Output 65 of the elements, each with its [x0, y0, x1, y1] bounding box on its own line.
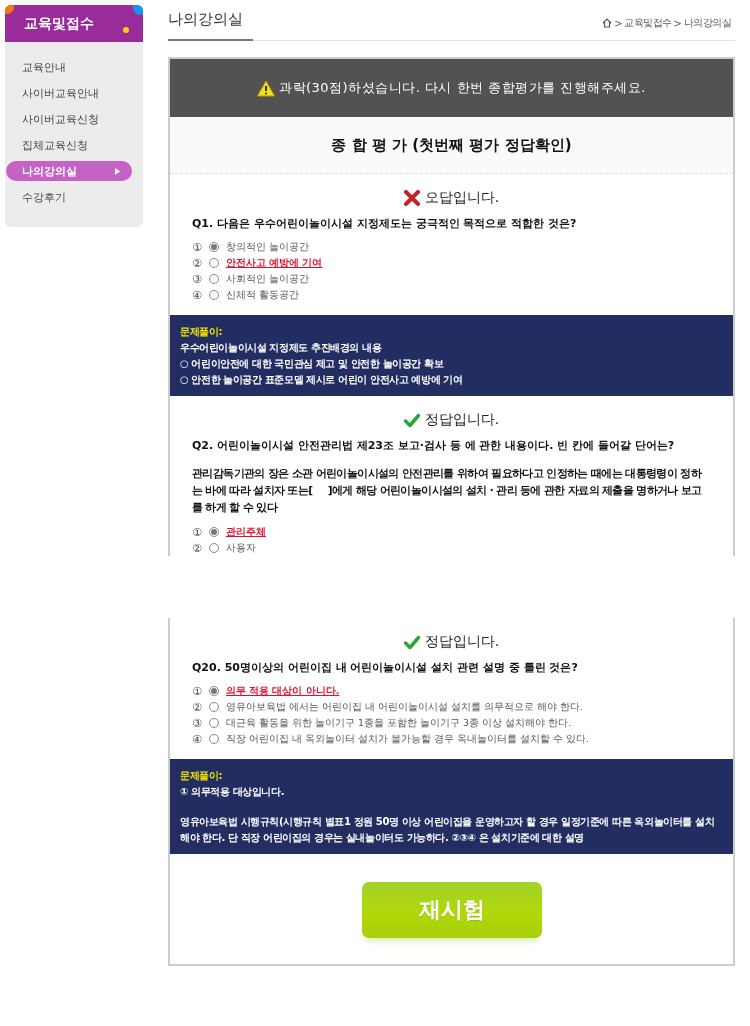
- result-message: 정답입니다.: [424, 633, 500, 651]
- option-number: ①: [192, 684, 202, 698]
- cross-icon: [403, 190, 420, 206]
- breadcrumb-separator: >: [673, 17, 682, 29]
- option-number: ①: [192, 240, 202, 254]
- exam-title: 종 합 평 가 (첫번째 평가 정답확인): [170, 117, 733, 174]
- explanation-text: ○ 안전한 놀이공간 표준모델 제시로 어린이 안전사고 예방에 기여: [180, 373, 464, 387]
- alert-message: 과락(30점)하셨습니다. 다시 한번 종합평가를 진행해주세요.: [279, 79, 646, 97]
- explanation-label: 문제풀이:: [180, 325, 223, 339]
- option-number: ③: [192, 272, 202, 286]
- radio-button[interactable]: [208, 527, 219, 537]
- explanation-text: ○ 어린이안전에 대한 국민관심 제고 및 안전한 놀이공간 확보: [180, 357, 445, 371]
- arrow-icon: [115, 167, 120, 175]
- warning-icon: [257, 79, 275, 97]
- option-label: 대근육 활동을 위한 놀이기구 1종을 포함한 놀이기구 3종 이상 설치해야 한다.: [225, 716, 572, 730]
- result-message: 오답입니다.: [424, 189, 500, 207]
- option-label: 사회적인 놀이공간: [225, 272, 309, 286]
- radio-button[interactable]: [208, 718, 219, 728]
- sidebar-item[interactable]: 나의강의실: [6, 161, 132, 181]
- sidebar-title: 교육및접수: [24, 14, 94, 33]
- radio-button[interactable]: [208, 242, 219, 252]
- radio-button[interactable]: [208, 543, 219, 553]
- sidebar-item[interactable]: 사이버교육안내: [6, 83, 132, 103]
- radio-button[interactable]: [208, 734, 219, 744]
- radio-button[interactable]: [208, 290, 219, 300]
- option-label: 사용자: [225, 541, 256, 555]
- page-title: 나의강의실: [168, 10, 253, 41]
- breadcrumb-link[interactable]: 나의강의실: [683, 16, 731, 30]
- check-icon: [403, 412, 420, 428]
- radio-button[interactable]: [208, 258, 219, 268]
- option-label: 영유아보육법 에서는 어린이집 내 어린이놀이시설 설치를 의무적으로 해야 한다.: [225, 700, 584, 714]
- sidebar-item[interactable]: 교육안내: [6, 57, 132, 77]
- home-icon: [602, 18, 613, 28]
- sidebar-item[interactable]: 집체교육신청: [6, 135, 132, 155]
- radio-button[interactable]: [208, 702, 219, 712]
- radio-button[interactable]: [208, 274, 219, 284]
- explanation-label: 문제풀이:: [180, 769, 223, 783]
- option-label: 신체적 활동공간: [225, 288, 299, 302]
- option-number: ②: [192, 700, 202, 714]
- correct-answer: 의무 적용 대상이 아니다.: [225, 684, 340, 698]
- option-number: ②: [192, 256, 202, 270]
- option-number: ①: [192, 525, 202, 539]
- question-text: Q1. 다음은 우수어린이놀이시설 지정제도는 궁극적인 목적으로 적합한 것은?: [192, 216, 578, 231]
- correct-answer: 관리주체: [225, 525, 266, 539]
- option-label: 창의적인 놀이공간: [225, 240, 309, 254]
- correct-answer: 안전사고 예방에 기여: [225, 256, 323, 270]
- breadcrumb-link[interactable]: 교육및접수: [624, 16, 672, 30]
- result-message: 정답입니다.: [424, 411, 500, 429]
- explanation-text: ① 의무적용 대상입니다.: [180, 785, 286, 799]
- check-icon: [403, 634, 420, 650]
- question-text: Q20. 50명이상의 어린이집 내 어린이놀이시설 설치 관련 설명 중 틀린 것은?: [192, 660, 579, 675]
- option-number: ④: [192, 288, 202, 302]
- explanation-text: 영유아보육법 시행규칙(시행규칙 별표1 정원 50명 이상 어린이집을 운영하고자 할 경우 일정기준에 따른 옥외놀이터를 설치해야 한다. 단 직장 어린이집의 경우는 실내놀이터도 가능하다. ②③④ 은 설치기준에 대한 설명: [180, 815, 716, 845]
- option-number: ④: [192, 732, 202, 746]
- sidebar-item[interactable]: 사이버교육신청: [6, 109, 132, 129]
- radio-button[interactable]: [208, 686, 219, 696]
- dot-icon: [123, 27, 129, 33]
- breadcrumb-separator: >: [614, 17, 623, 29]
- question-text: Q2. 어린이놀이시설 안전관리법 제23조 보고·검사 등 에 관한 내용이다. 빈 칸에 들어갈 단어는?: [192, 438, 676, 453]
- question-passage: 관리감독기관의 장은 소관 어린이놀이시설의 안전관리를 위하여 필요하다고 인정하는 때에는 대통령령이 정하는 바에 따라 설치자 또는[ ]에게 해당 어린이놀이시설의 설치 · 관리 등에 관한 자료의 제출을 명하거나 보고를 하게 할 수 있다: [192, 466, 703, 515]
- sidebar-item[interactable]: 수강후기: [6, 187, 132, 207]
- option-number: ③: [192, 716, 202, 730]
- option-label: 직장 어린이집 내 옥외놀이터 설치가 불가능할 경우 옥내놀이터를 설치할 수 있다.: [225, 732, 590, 746]
- explanation-text: 우수어린이놀이시설 지정제도 추진배경의 내용: [180, 341, 383, 355]
- option-number: ②: [192, 541, 202, 555]
